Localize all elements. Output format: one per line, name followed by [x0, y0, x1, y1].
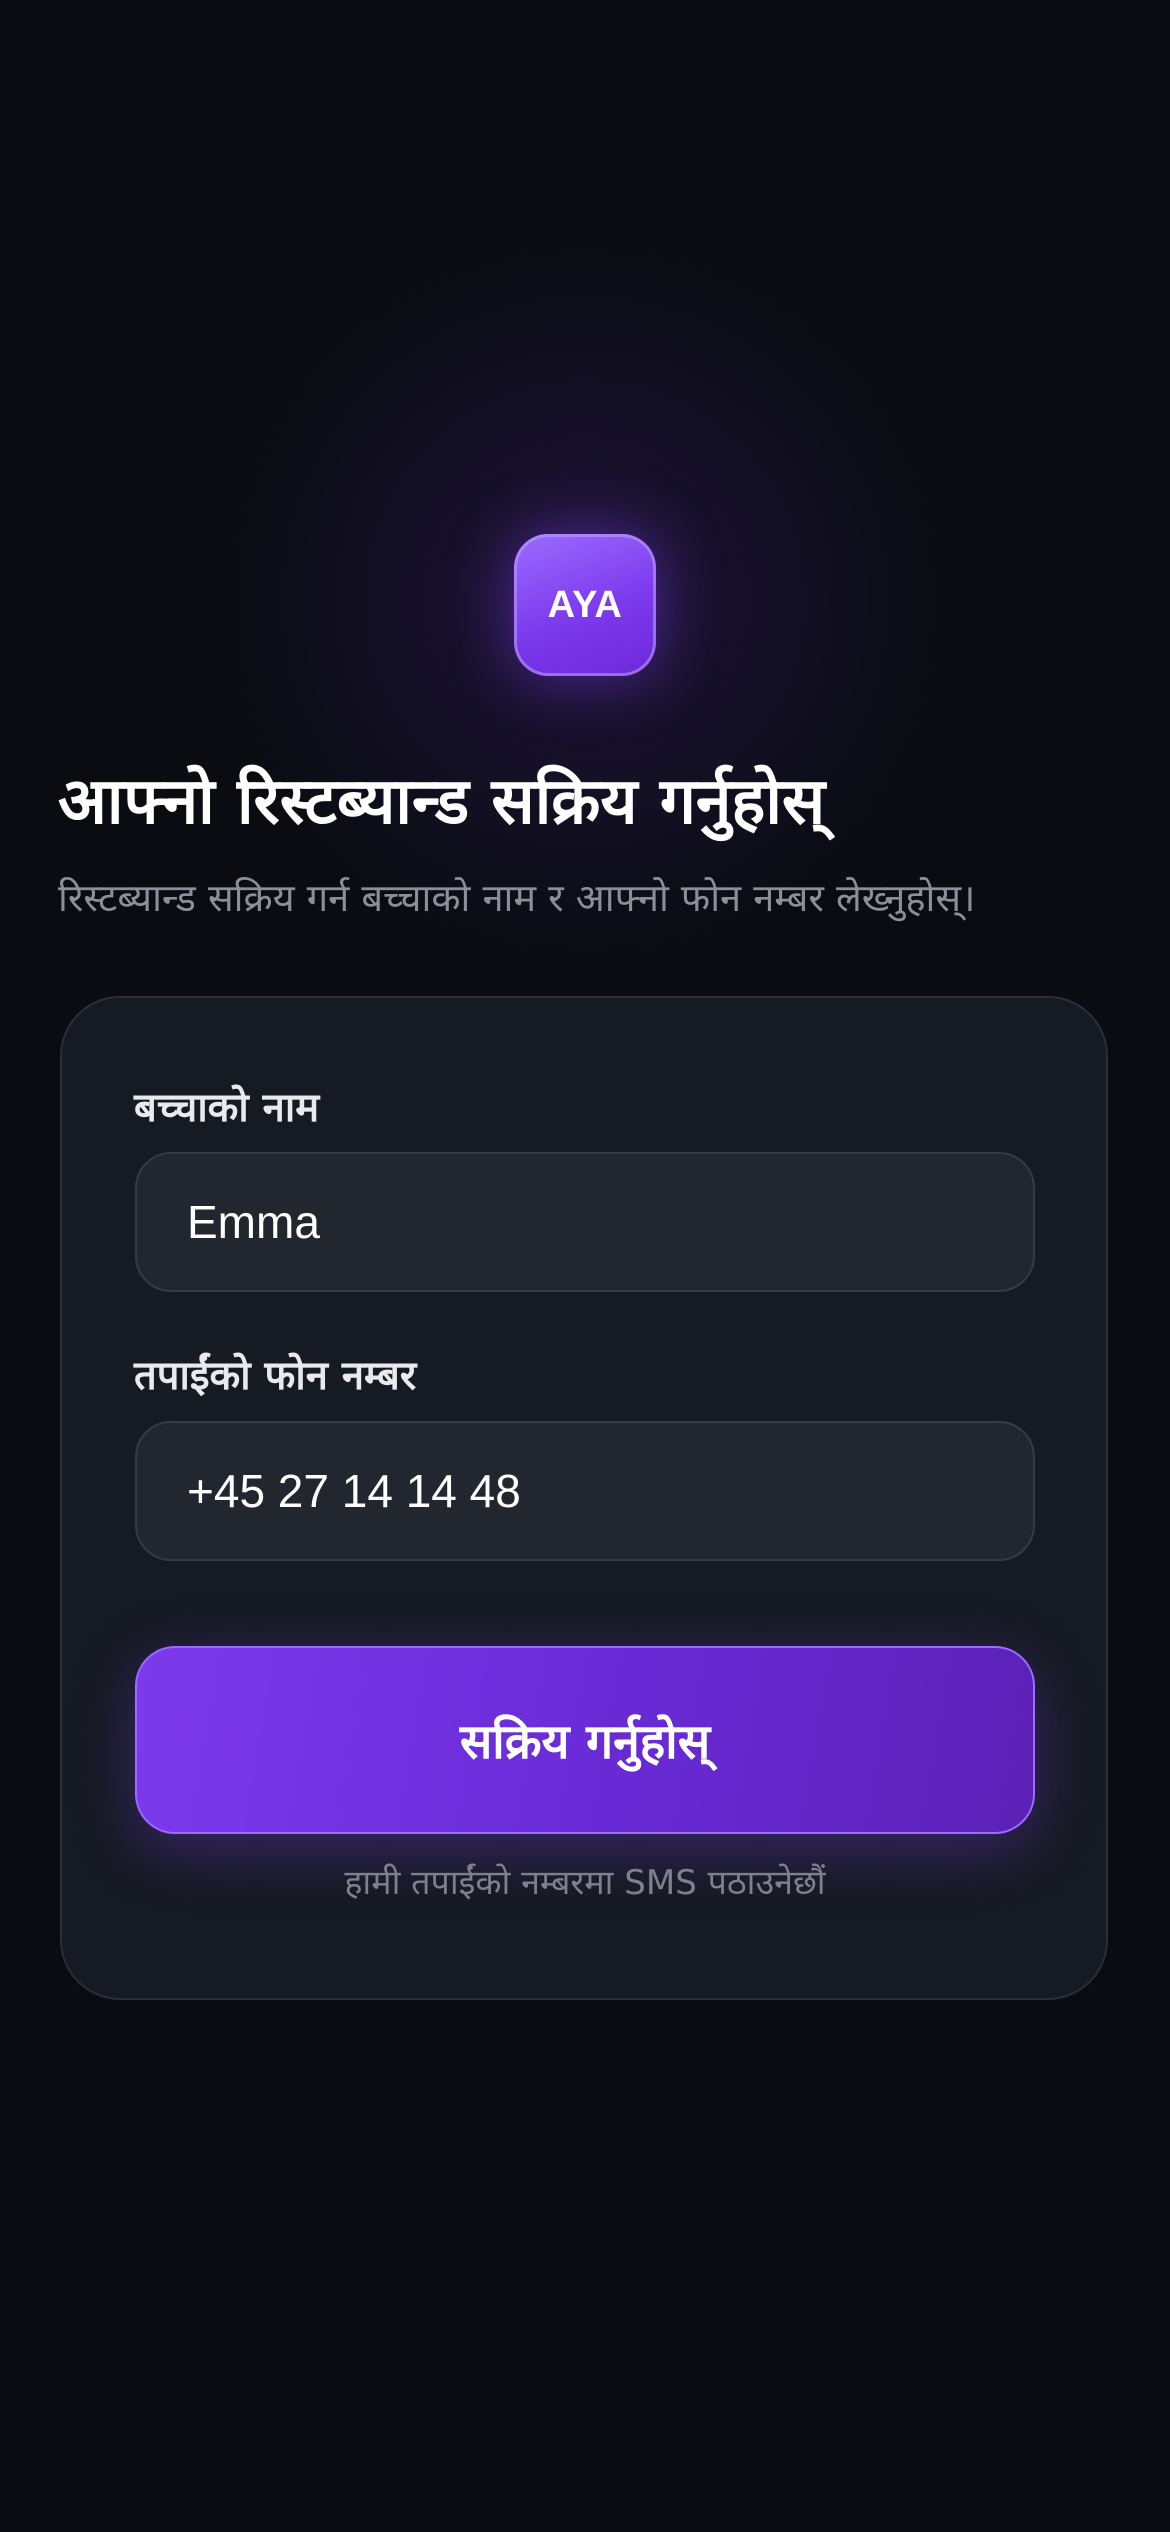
activate-button-label: सक्रिय गर्नुहोस्	[459, 1713, 711, 1770]
child-name-input[interactable]	[135, 1152, 1035, 1292]
sms-hint: हामी तपाईंको नम्बरमा SMS पठाउनेछौं	[344, 1863, 826, 1903]
phone-input[interactable]	[135, 1421, 1035, 1561]
page-title: आफ्नो रिस्टब्यान्ड सक्रिय गर्नुहोस्	[58, 765, 826, 839]
child-name-label: बच्चाको नाम	[134, 1085, 320, 1131]
logo-text: AYA	[547, 583, 623, 626]
activate-button[interactable]: सक्रिय गर्नुहोस्	[135, 1646, 1035, 1834]
page-subtitle: रिस्टब्यान्ड सक्रिय गर्न बच्चाको नाम र आ…	[58, 876, 976, 920]
phone-label: तपाईंको फोन नम्बर	[134, 1353, 417, 1399]
activation-screen: AYA आफ्नो रिस्टब्यान्ड सक्रिय गर्नुहोस् …	[0, 0, 1170, 2532]
app-logo: AYA	[514, 534, 656, 676]
